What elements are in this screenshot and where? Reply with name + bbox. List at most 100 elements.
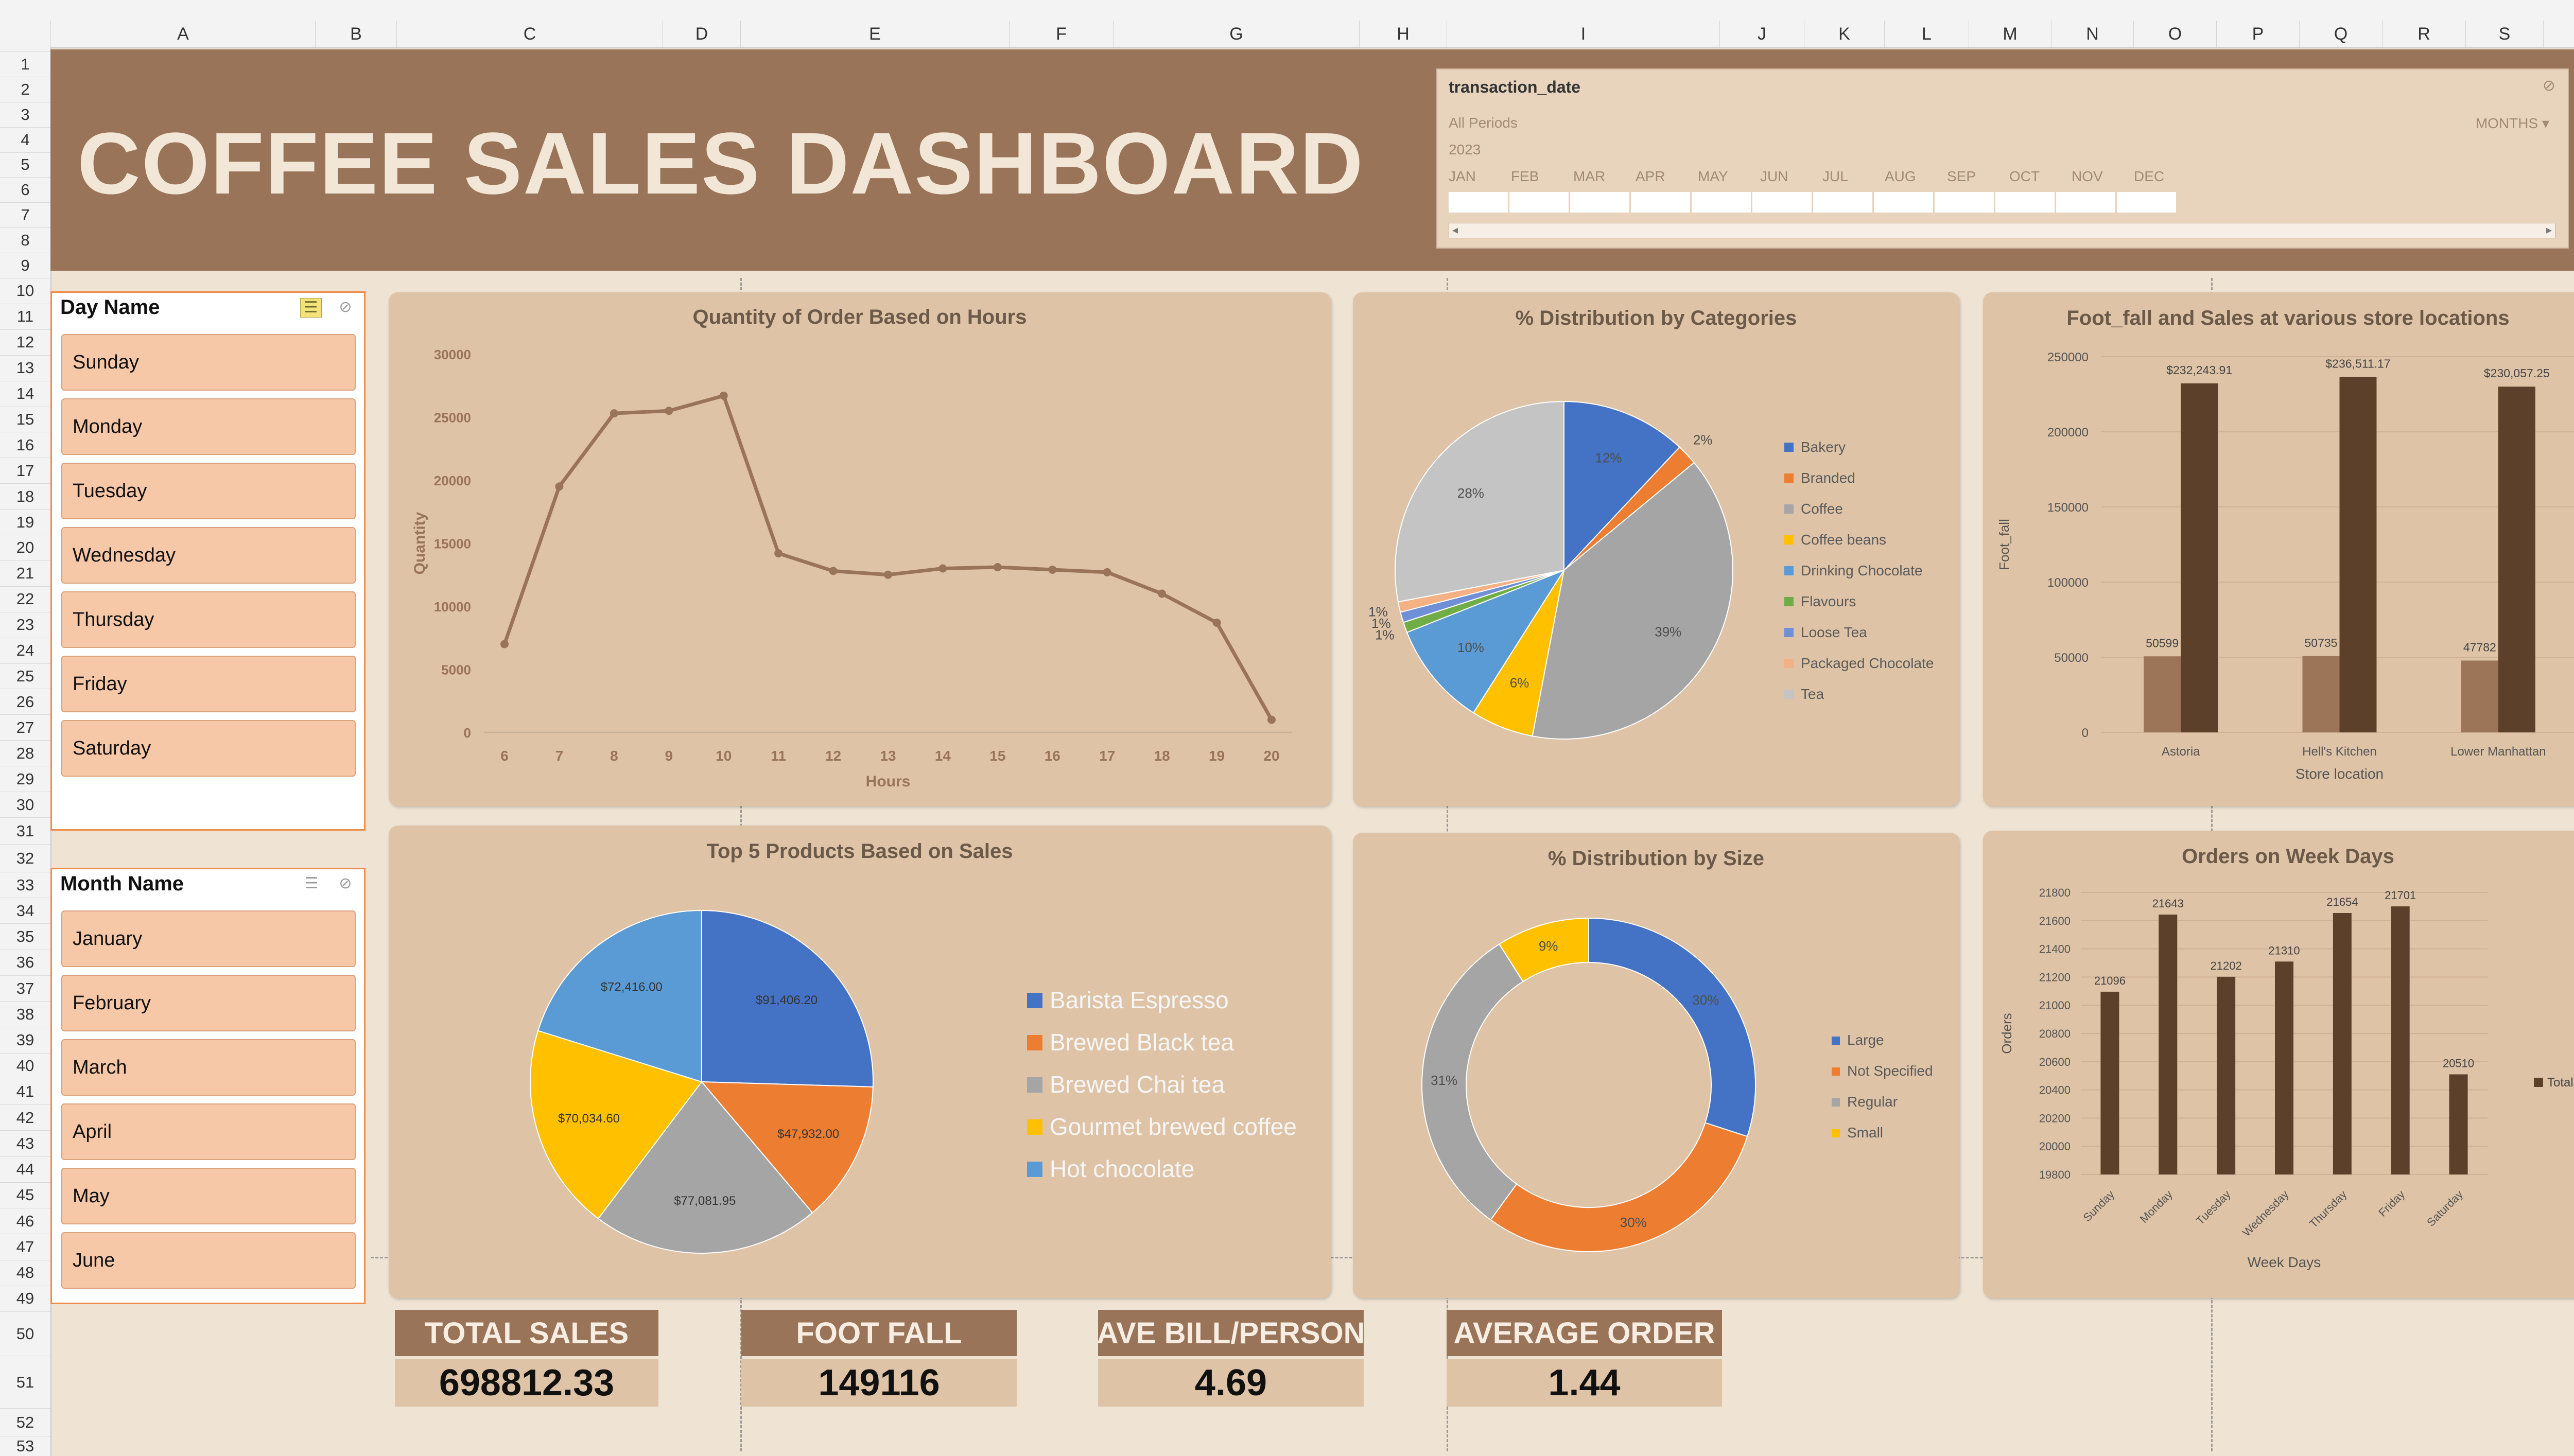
chart-weekdays-panel[interactable]: Orders on Week Days 19800 20000 20200 20400… bbox=[1983, 831, 2574, 1298]
column-header-cell[interactable]: D bbox=[663, 21, 740, 47]
row-header-cell[interactable]: 48 bbox=[0, 1259, 50, 1286]
row-header-cell[interactable]: 33 bbox=[0, 872, 50, 898]
chart-categories-panel[interactable]: % Distribution by Categories 12% 2% 39% 6% 1… bbox=[1353, 292, 1959, 806]
row-header-cell[interactable]: 50 bbox=[0, 1311, 50, 1356]
row-header-cell[interactable]: 27 bbox=[0, 714, 50, 740]
column-header-cell[interactable]: L bbox=[1884, 21, 1969, 47]
column-header-cell[interactable]: Q bbox=[2299, 21, 2382, 47]
row-header-cell[interactable]: 24 bbox=[0, 637, 50, 663]
row-header-cell[interactable]: 26 bbox=[0, 689, 50, 714]
slicer-item[interactable]: Sunday bbox=[61, 334, 356, 391]
row-header-cell[interactable]: 51 bbox=[0, 1356, 50, 1408]
slicer-item[interactable]: June bbox=[61, 1232, 356, 1289]
timeline-month-cell[interactable] bbox=[1874, 192, 1935, 213]
month-name-slicer[interactable]: Month Name ☰ ⊘ January February March April… bbox=[50, 868, 366, 1304]
row-header-cell[interactable]: 28 bbox=[0, 740, 50, 766]
row-header-cell[interactable]: 10 bbox=[0, 278, 50, 304]
row-header-cell[interactable]: 12 bbox=[0, 329, 50, 355]
column-header-cell[interactable]: T bbox=[2543, 21, 2574, 47]
row-header-cell[interactable]: 46 bbox=[0, 1208, 50, 1234]
row-header-cell[interactable]: 17 bbox=[0, 458, 50, 483]
row-header-cell[interactable]: 19 bbox=[0, 509, 50, 535]
slicer-item[interactable]: Monday bbox=[61, 398, 356, 455]
timeline-month-cell[interactable] bbox=[1752, 192, 1813, 213]
slicer-item[interactable]: February bbox=[61, 975, 356, 1031]
row-header-cell[interactable]: 9 bbox=[0, 253, 50, 278]
row-header-cell[interactable]: 16 bbox=[0, 432, 50, 458]
row-header-cell[interactable]: 47 bbox=[0, 1234, 50, 1259]
row-header-cell[interactable]: 18 bbox=[0, 483, 50, 509]
slicer-item[interactable]: April bbox=[61, 1103, 356, 1160]
row-header-cell[interactable]: 43 bbox=[0, 1130, 50, 1156]
row-header-cell[interactable]: 2 bbox=[0, 76, 50, 102]
timeline-month-cell[interactable] bbox=[2056, 192, 2117, 213]
timeline-month-cell[interactable] bbox=[1631, 192, 1692, 213]
chart-hours-panel[interactable]: Quantity of Order Based on Hours 0 5000 10… bbox=[389, 292, 1331, 806]
clear-filter-icon[interactable]: ⊘ bbox=[2543, 77, 2555, 95]
timeline-month-cell[interactable] bbox=[1935, 192, 1995, 213]
row-header-cell[interactable]: 1 bbox=[0, 51, 50, 77]
row-header-cell[interactable]: 42 bbox=[0, 1104, 50, 1130]
multi-select-icon[interactable]: ☰ bbox=[301, 874, 322, 893]
column-header-cell[interactable]: I bbox=[1447, 21, 1719, 47]
row-header-cell[interactable]: 36 bbox=[0, 949, 50, 975]
timeline-month-cell[interactable] bbox=[2117, 192, 2178, 213]
slicer-item[interactable]: Friday bbox=[61, 656, 356, 712]
timeline-month-cell[interactable] bbox=[1449, 192, 1509, 213]
row-header-cell[interactable]: 53 bbox=[0, 1436, 50, 1456]
column-header-cell[interactable]: C bbox=[396, 21, 663, 47]
day-name-slicer[interactable]: Day Name ☰ ⊘ Sunday Monday Tuesday Wednesda… bbox=[50, 291, 366, 831]
timeline-level-dropdown[interactable]: MONTHS ▾ bbox=[2476, 115, 2549, 132]
row-header-cell[interactable]: 22 bbox=[0, 586, 50, 612]
row-header-cell[interactable]: 39 bbox=[0, 1027, 50, 1052]
row-header-cell[interactable]: 6 bbox=[0, 177, 50, 202]
column-header-cell[interactable]: A bbox=[50, 21, 315, 47]
row-header-cell[interactable]: 4 bbox=[0, 127, 50, 152]
timeline-month-cell[interactable] bbox=[1995, 192, 2056, 213]
timeline-month-cell[interactable] bbox=[1570, 192, 1631, 213]
row-header-cell[interactable]: 5 bbox=[0, 152, 50, 178]
row-header-cell[interactable]: 31 bbox=[0, 817, 50, 844]
row-header-cell[interactable]: 8 bbox=[0, 227, 50, 253]
row-header-cell[interactable]: 34 bbox=[0, 898, 50, 923]
row-header-cell[interactable]: 13 bbox=[0, 355, 50, 381]
timeline-month-cell[interactable] bbox=[1813, 192, 1874, 213]
timeline-month-cells[interactable] bbox=[1449, 192, 2195, 213]
timeline-slicer[interactable]: transaction_date ⊘ All Periods MONTHS ▾ … bbox=[1436, 68, 2569, 249]
slicer-item[interactable]: May bbox=[61, 1168, 356, 1224]
row-header-cell[interactable]: 52 bbox=[0, 1408, 50, 1436]
row-header-cell[interactable]: 21 bbox=[0, 560, 50, 586]
slicer-item[interactable]: January bbox=[61, 910, 356, 967]
column-header-cell[interactable]: H bbox=[1359, 21, 1447, 47]
row-header-cell[interactable]: 3 bbox=[0, 101, 50, 127]
row-header-cell[interactable]: 7 bbox=[0, 202, 50, 227]
row-header-cell[interactable]: 25 bbox=[0, 663, 50, 689]
column-header-cell[interactable]: M bbox=[1969, 21, 2051, 47]
timeline-month-cell[interactable] bbox=[1692, 192, 1752, 213]
scroll-left-icon[interactable]: ◂ bbox=[1452, 223, 1458, 237]
row-header-cell[interactable]: 15 bbox=[0, 406, 50, 432]
column-header-cell[interactable]: B bbox=[315, 21, 396, 47]
column-header-cell[interactable]: J bbox=[1719, 21, 1804, 47]
column-header-cell[interactable]: F bbox=[1009, 21, 1113, 47]
column-header-cell[interactable]: O bbox=[2133, 21, 2216, 47]
row-header-cell[interactable]: 29 bbox=[0, 766, 50, 792]
column-header-cell[interactable]: S bbox=[2465, 21, 2543, 47]
row-header-cell[interactable]: 23 bbox=[0, 611, 50, 638]
column-header-cell[interactable]: K bbox=[1804, 21, 1884, 47]
chart-locations-panel[interactable]: Foot_fall and Sales at various store loc… bbox=[1983, 292, 2574, 806]
row-header-cell[interactable]: 41 bbox=[0, 1078, 50, 1104]
multi-select-icon[interactable]: ☰ bbox=[300, 298, 322, 318]
slicer-item[interactable]: Wednesday bbox=[61, 527, 356, 584]
slicer-item[interactable]: Saturday bbox=[61, 720, 356, 777]
slicer-item[interactable]: Thursday bbox=[61, 591, 356, 648]
slicer-item[interactable]: Tuesday bbox=[61, 463, 356, 519]
row-header-cell[interactable]: 37 bbox=[0, 975, 50, 1001]
column-header-cell[interactable]: G bbox=[1113, 21, 1359, 47]
timeline-month-cell[interactable] bbox=[1509, 192, 1570, 213]
timeline-scrollbar[interactable]: ◂ ▸ bbox=[1449, 223, 2555, 238]
column-header-cell[interactable]: R bbox=[2382, 21, 2465, 47]
row-header-cell[interactable]: 14 bbox=[0, 380, 50, 407]
row-header-cell[interactable]: 30 bbox=[0, 792, 50, 817]
row-header-cell[interactable]: 44 bbox=[0, 1156, 50, 1182]
